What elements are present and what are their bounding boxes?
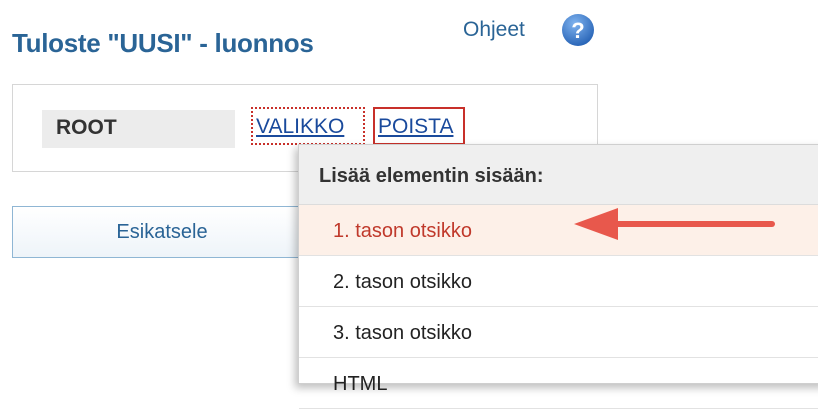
insert-element-menu: Lisää elementin sisään: 1. tason otsikko… bbox=[298, 144, 818, 409]
menu-item-html[interactable]: HTML bbox=[299, 358, 818, 409]
menu-link[interactable]: VALIKKO bbox=[251, 107, 365, 145]
preview-button[interactable]: Esikatsele bbox=[12, 206, 312, 258]
red-arrow-pointer bbox=[574, 208, 775, 240]
question-mark-icon[interactable]: ? bbox=[561, 13, 595, 47]
root-label: ROOT bbox=[42, 110, 235, 148]
page-title: Tuloste "UUSI" - luonnos bbox=[12, 28, 314, 58]
help-link[interactable]: Ohjeet bbox=[463, 18, 525, 42]
menu-header: Lisää elementin sisään: bbox=[299, 145, 818, 205]
menu-item-heading-2[interactable]: 2. tason otsikko bbox=[299, 256, 818, 307]
svg-text:?: ? bbox=[571, 18, 584, 43]
menu-item-heading-3[interactable]: 3. tason otsikko bbox=[299, 307, 818, 358]
delete-link[interactable]: POISTA bbox=[373, 107, 465, 145]
